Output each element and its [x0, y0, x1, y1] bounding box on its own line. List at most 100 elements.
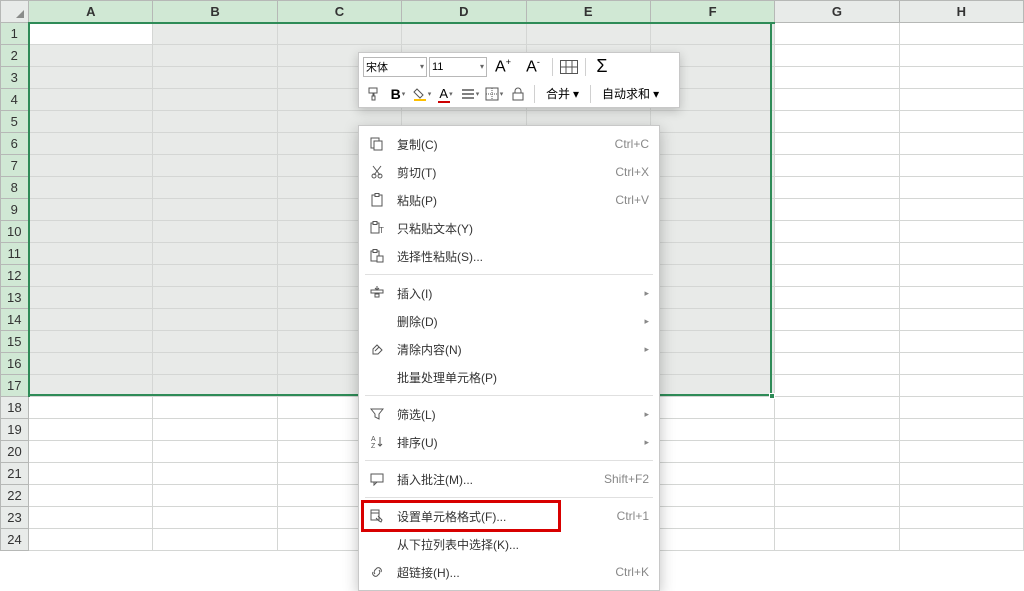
cell-H23[interactable] [899, 507, 1023, 529]
autosum-button[interactable]: 自动求和▾ [596, 83, 665, 105]
row-header-14[interactable]: 14 [1, 309, 29, 331]
cell-H2[interactable] [899, 45, 1023, 67]
borders-button[interactable]: ▾ [483, 83, 505, 105]
cell-A11[interactable] [29, 243, 153, 265]
cell-F9[interactable] [650, 199, 774, 221]
cell-F16[interactable] [650, 353, 774, 375]
cell-B13[interactable] [153, 287, 277, 309]
cell-H18[interactable] [899, 397, 1023, 419]
cell-A24[interactable] [29, 529, 153, 551]
cell-H3[interactable] [899, 67, 1023, 89]
cell-A4[interactable] [29, 89, 153, 111]
cell-B20[interactable] [153, 441, 277, 463]
column-header-A[interactable]: A [29, 1, 153, 23]
cell-B5[interactable] [153, 111, 277, 133]
menu-item-8[interactable]: 清除内容(N)▸ [359, 335, 659, 363]
cell-G22[interactable] [775, 485, 899, 507]
cell-F14[interactable] [650, 309, 774, 331]
cell-H1[interactable] [899, 23, 1023, 45]
row-header-12[interactable]: 12 [1, 265, 29, 287]
cell-F11[interactable] [650, 243, 774, 265]
cell-A8[interactable] [29, 177, 153, 199]
cell-A5[interactable] [29, 111, 153, 133]
cell-G1[interactable] [775, 23, 899, 45]
cell-A2[interactable] [29, 45, 153, 67]
increase-font-button[interactable]: A+ [489, 56, 517, 78]
cell-B19[interactable] [153, 419, 277, 441]
menu-item-17[interactable]: 从下拉列表中选择(K)... [359, 530, 659, 558]
sum-icon[interactable]: Σ [591, 56, 613, 78]
cell-B23[interactable] [153, 507, 277, 529]
cell-H21[interactable] [899, 463, 1023, 485]
cell-H14[interactable] [899, 309, 1023, 331]
cell-B2[interactable] [153, 45, 277, 67]
bold-button[interactable]: B▾ [387, 83, 409, 105]
cell-G23[interactable] [775, 507, 899, 529]
row-header-9[interactable]: 9 [1, 199, 29, 221]
align-button[interactable]: ▾ [459, 83, 481, 105]
cell-B24[interactable] [153, 529, 277, 551]
cell-F1[interactable] [650, 23, 774, 45]
cell-H7[interactable] [899, 155, 1023, 177]
cell-F12[interactable] [650, 265, 774, 287]
font-name-select[interactable]: 宋体▾ [363, 57, 427, 77]
fill-color-button[interactable]: ▾ [411, 83, 433, 105]
format-painter-icon[interactable] [363, 83, 385, 105]
cell-H16[interactable] [899, 353, 1023, 375]
row-header-16[interactable]: 16 [1, 353, 29, 375]
cell-F22[interactable] [650, 485, 774, 507]
cell-H24[interactable] [899, 529, 1023, 551]
row-header-18[interactable]: 18 [1, 397, 29, 419]
cell-F15[interactable] [650, 331, 774, 353]
cell-A3[interactable] [29, 67, 153, 89]
decrease-font-button[interactable]: A- [519, 56, 547, 78]
column-header-D[interactable]: D [402, 1, 526, 23]
cell-G4[interactable] [775, 89, 899, 111]
row-header-4[interactable]: 4 [1, 89, 29, 111]
cell-H17[interactable] [899, 375, 1023, 397]
cell-A13[interactable] [29, 287, 153, 309]
cell-B7[interactable] [153, 155, 277, 177]
cell-G18[interactable] [775, 397, 899, 419]
cell-G19[interactable] [775, 419, 899, 441]
column-header-G[interactable]: G [775, 1, 899, 23]
cell-G21[interactable] [775, 463, 899, 485]
cell-H11[interactable] [899, 243, 1023, 265]
column-header-E[interactable]: E [526, 1, 650, 23]
cell-G11[interactable] [775, 243, 899, 265]
cell-G5[interactable] [775, 111, 899, 133]
menu-item-14[interactable]: 插入批注(M)...Shift+F2 [359, 465, 659, 493]
cell-H5[interactable] [899, 111, 1023, 133]
cell-H8[interactable] [899, 177, 1023, 199]
column-header-C[interactable]: C [277, 1, 401, 23]
cell-G8[interactable] [775, 177, 899, 199]
row-header-5[interactable]: 5 [1, 111, 29, 133]
cell-H12[interactable] [899, 265, 1023, 287]
cell-B18[interactable] [153, 397, 277, 419]
cell-A14[interactable] [29, 309, 153, 331]
row-header-7[interactable]: 7 [1, 155, 29, 177]
cell-F24[interactable] [650, 529, 774, 551]
menu-item-16[interactable]: 设置单元格格式(F)...Ctrl+1 [359, 502, 659, 530]
row-header-21[interactable]: 21 [1, 463, 29, 485]
row-header-13[interactable]: 13 [1, 287, 29, 309]
cell-G2[interactable] [775, 45, 899, 67]
cell-B21[interactable] [153, 463, 277, 485]
row-header-11[interactable]: 11 [1, 243, 29, 265]
cell-F21[interactable] [650, 463, 774, 485]
cell-A17[interactable] [29, 375, 153, 397]
merge-cells-icon[interactable] [558, 56, 580, 78]
cell-F13[interactable] [650, 287, 774, 309]
menu-item-11[interactable]: 筛选(L)▸ [359, 400, 659, 428]
cell-G16[interactable] [775, 353, 899, 375]
merge-button[interactable]: 合并▾ [540, 83, 585, 105]
cell-B8[interactable] [153, 177, 277, 199]
cell-A12[interactable] [29, 265, 153, 287]
cell-B3[interactable] [153, 67, 277, 89]
menu-item-3[interactable]: T只粘贴文本(Y) [359, 214, 659, 242]
row-header-2[interactable]: 2 [1, 45, 29, 67]
cell-B10[interactable] [153, 221, 277, 243]
menu-item-9[interactable]: 批量处理单元格(P) [359, 363, 659, 391]
row-header-20[interactable]: 20 [1, 441, 29, 463]
selection-handle[interactable] [769, 393, 775, 399]
